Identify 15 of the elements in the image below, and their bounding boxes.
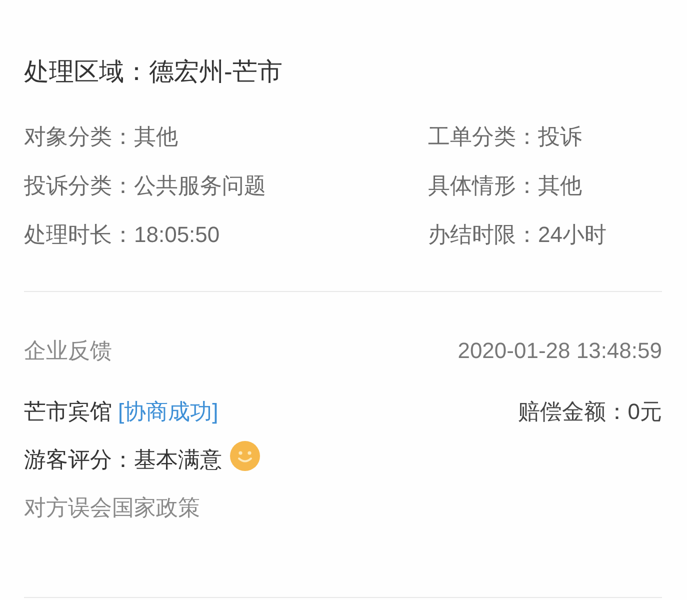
detail-text: 投诉分类：公共服务问题: [24, 172, 267, 200]
rating-text: 游客评分：基本满意: [24, 446, 222, 474]
detail-text: 工单分类：投诉: [428, 123, 583, 151]
detail-text: 具体情形：其他: [428, 172, 583, 200]
detail-text: 处理时长：18:05:50: [24, 221, 221, 249]
status-tag: [协商成功]: [118, 388, 218, 436]
section-title: 企业反馈: [24, 337, 112, 365]
region-text: 处理区域：德宏州-芒市: [24, 57, 284, 88]
smiley-icon: [230, 441, 260, 471]
comment-text: 对方误会国家政策: [24, 494, 201, 522]
merchant-name: 芒市宾馆: [24, 398, 112, 426]
compensation-text: 赔偿金额：0元: [518, 398, 662, 426]
detail-text: 对象分类：其他: [24, 123, 179, 151]
detail-text: 办结时限：24小时: [428, 221, 608, 249]
timestamp: 2020-01-28 13:48:59: [458, 337, 662, 365]
